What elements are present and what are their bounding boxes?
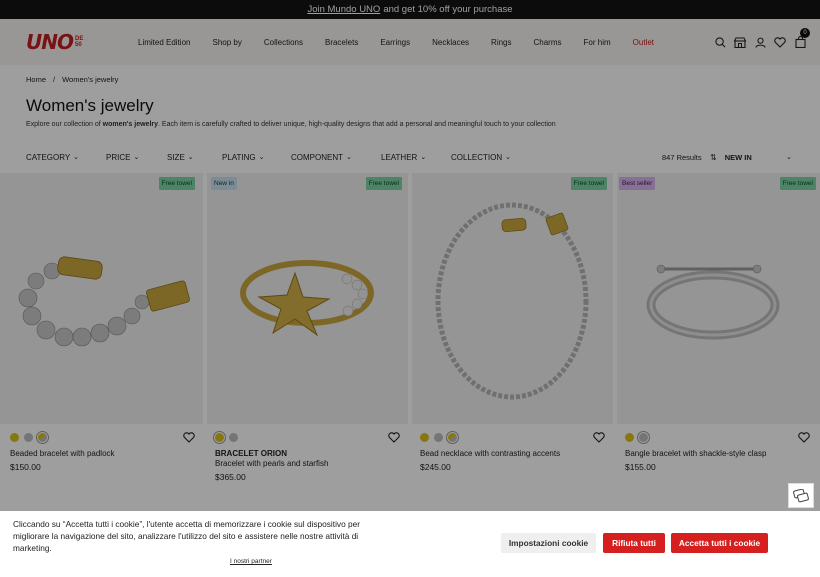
cookie-settings-button[interactable]: Impostazioni cookie [501,533,596,553]
chat-button[interactable] [788,483,814,508]
partners-link[interactable]: I nostri partner [230,558,272,565]
modal-overlay[interactable] [0,0,820,577]
cookie-banner: Cliccando su “Accetta tutti i cookie”, l… [0,511,820,577]
cookie-text: Cliccando su “Accetta tutti i cookie”, l… [13,519,360,553]
reject-all-button[interactable]: Rifiuta tutti [603,533,665,553]
accept-all-button[interactable]: Accetta tutti i cookie [671,533,768,553]
chat-icon [793,488,809,502]
